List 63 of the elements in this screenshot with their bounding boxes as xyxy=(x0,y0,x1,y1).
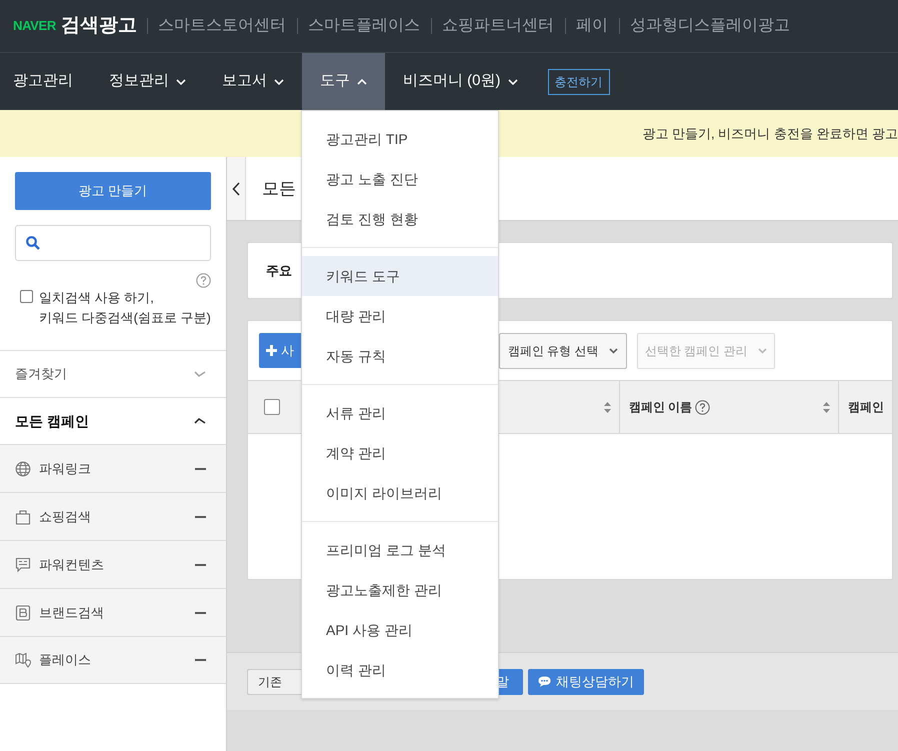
column-header[interactable]: 캠페인 xyxy=(838,381,892,433)
campaign-type-item[interactable]: 플레이스 xyxy=(0,636,226,684)
nav-tab[interactable]: 정보관리 xyxy=(91,53,204,110)
column-header[interactable]: 캠페인 이름 xyxy=(620,381,839,433)
search-field[interactable] xyxy=(15,225,211,261)
select-all-checkbox[interactable] xyxy=(264,399,280,415)
campaign-type-item[interactable]: 쇼핑검색 xyxy=(0,492,226,540)
nav-tab[interactable]: 비즈머니 (0원) xyxy=(385,53,536,110)
menu-item[interactable]: 계약 관리 xyxy=(302,433,498,473)
campaign-type-item[interactable]: 파워컨텐츠 xyxy=(0,540,226,588)
logo-brand[interactable]: NAVER xyxy=(13,16,56,36)
campaign-type-item[interactable]: 브랜드검색 xyxy=(0,588,226,636)
map-pin-icon xyxy=(15,652,31,668)
notice-banner-text: 광고 만들기, 비즈머니 충전을 완료하면 광고 xyxy=(642,124,898,143)
top-nav-link[interactable]: 페이 xyxy=(576,14,608,38)
page-title: 모든 xyxy=(262,178,296,200)
chevron-up-icon xyxy=(194,418,206,424)
top-nav-link[interactable]: 스마트플레이스 xyxy=(308,14,420,38)
chevron-down-icon xyxy=(194,370,206,378)
menu-item[interactable]: 광고 노출 진단 xyxy=(302,159,498,199)
menu-item[interactable]: 키워드 도구 xyxy=(302,256,498,296)
top-nav-link[interactable]: 쇼핑파트너센터 xyxy=(442,14,554,38)
campaign-type-item[interactable]: 파워링크 xyxy=(0,444,226,492)
checkbox[interactable] xyxy=(20,290,33,303)
globe-icon xyxy=(15,460,31,476)
menu-item[interactable]: 자동 규칙 xyxy=(302,336,498,376)
menu-item[interactable]: 이미지 라이브러리 xyxy=(302,473,498,513)
caret-down-icon xyxy=(608,348,618,354)
sort-icon xyxy=(604,402,611,412)
menu-item[interactable]: 검토 진행 현황 xyxy=(302,199,498,239)
summary-title: 주요 xyxy=(266,262,292,280)
speech-bubble-icon xyxy=(15,556,31,572)
menu-item[interactable]: 광고관리 TIP xyxy=(302,119,498,159)
logo-title[interactable]: 검색광고 xyxy=(60,12,137,40)
sort-icon xyxy=(822,402,830,412)
menu-item[interactable]: 이력 관리 xyxy=(302,650,498,690)
charge-button[interactable]: 충전하기 xyxy=(548,68,610,94)
chat-consult-button[interactable]: 채팅상담하기 xyxy=(528,668,644,694)
letter-b-icon xyxy=(15,604,31,620)
caret-down-icon xyxy=(758,348,767,354)
search-icon xyxy=(26,236,40,250)
chevron-left-icon xyxy=(232,182,240,196)
menu-item[interactable]: 대량 관리 xyxy=(302,296,498,336)
menu-item[interactable]: 프리미엄 로그 분석 xyxy=(302,530,498,570)
menu-item[interactable]: 서류 관리 xyxy=(302,393,498,433)
sidebar-section-header[interactable]: 즐겨찾기 xyxy=(0,350,226,397)
chat-bubble-icon xyxy=(538,676,551,687)
campaign-type-select[interactable]: 캠페인 유형 선택 xyxy=(498,332,627,368)
help-icon xyxy=(695,400,710,414)
shopping-bag-icon xyxy=(15,508,31,524)
menu-item[interactable]: API 사용 관리 xyxy=(302,610,498,650)
plus-icon xyxy=(266,345,277,356)
nav-tab[interactable]: 광고관리 xyxy=(0,53,91,110)
collapse-sidebar-button[interactable] xyxy=(226,157,246,220)
top-nav-link[interactable]: 성과형디스플레이광고 xyxy=(630,14,790,38)
top-nav-link[interactable]: 스마트스토어센터 xyxy=(158,14,286,38)
create-ad-button[interactable]: 광고 만들기 xyxy=(15,172,211,210)
nav-tab[interactable]: 보고서 xyxy=(204,53,302,110)
checkbox-label: 일치검색 사용 하기, xyxy=(39,289,155,307)
checkbox-label: 키워드 다중검색(쉼표로 구분) xyxy=(39,309,211,327)
menu-item[interactable]: 광고노출제한 관리 xyxy=(302,570,498,610)
nav-tab[interactable]: 도구 xyxy=(302,53,385,110)
help-icon xyxy=(196,273,211,288)
